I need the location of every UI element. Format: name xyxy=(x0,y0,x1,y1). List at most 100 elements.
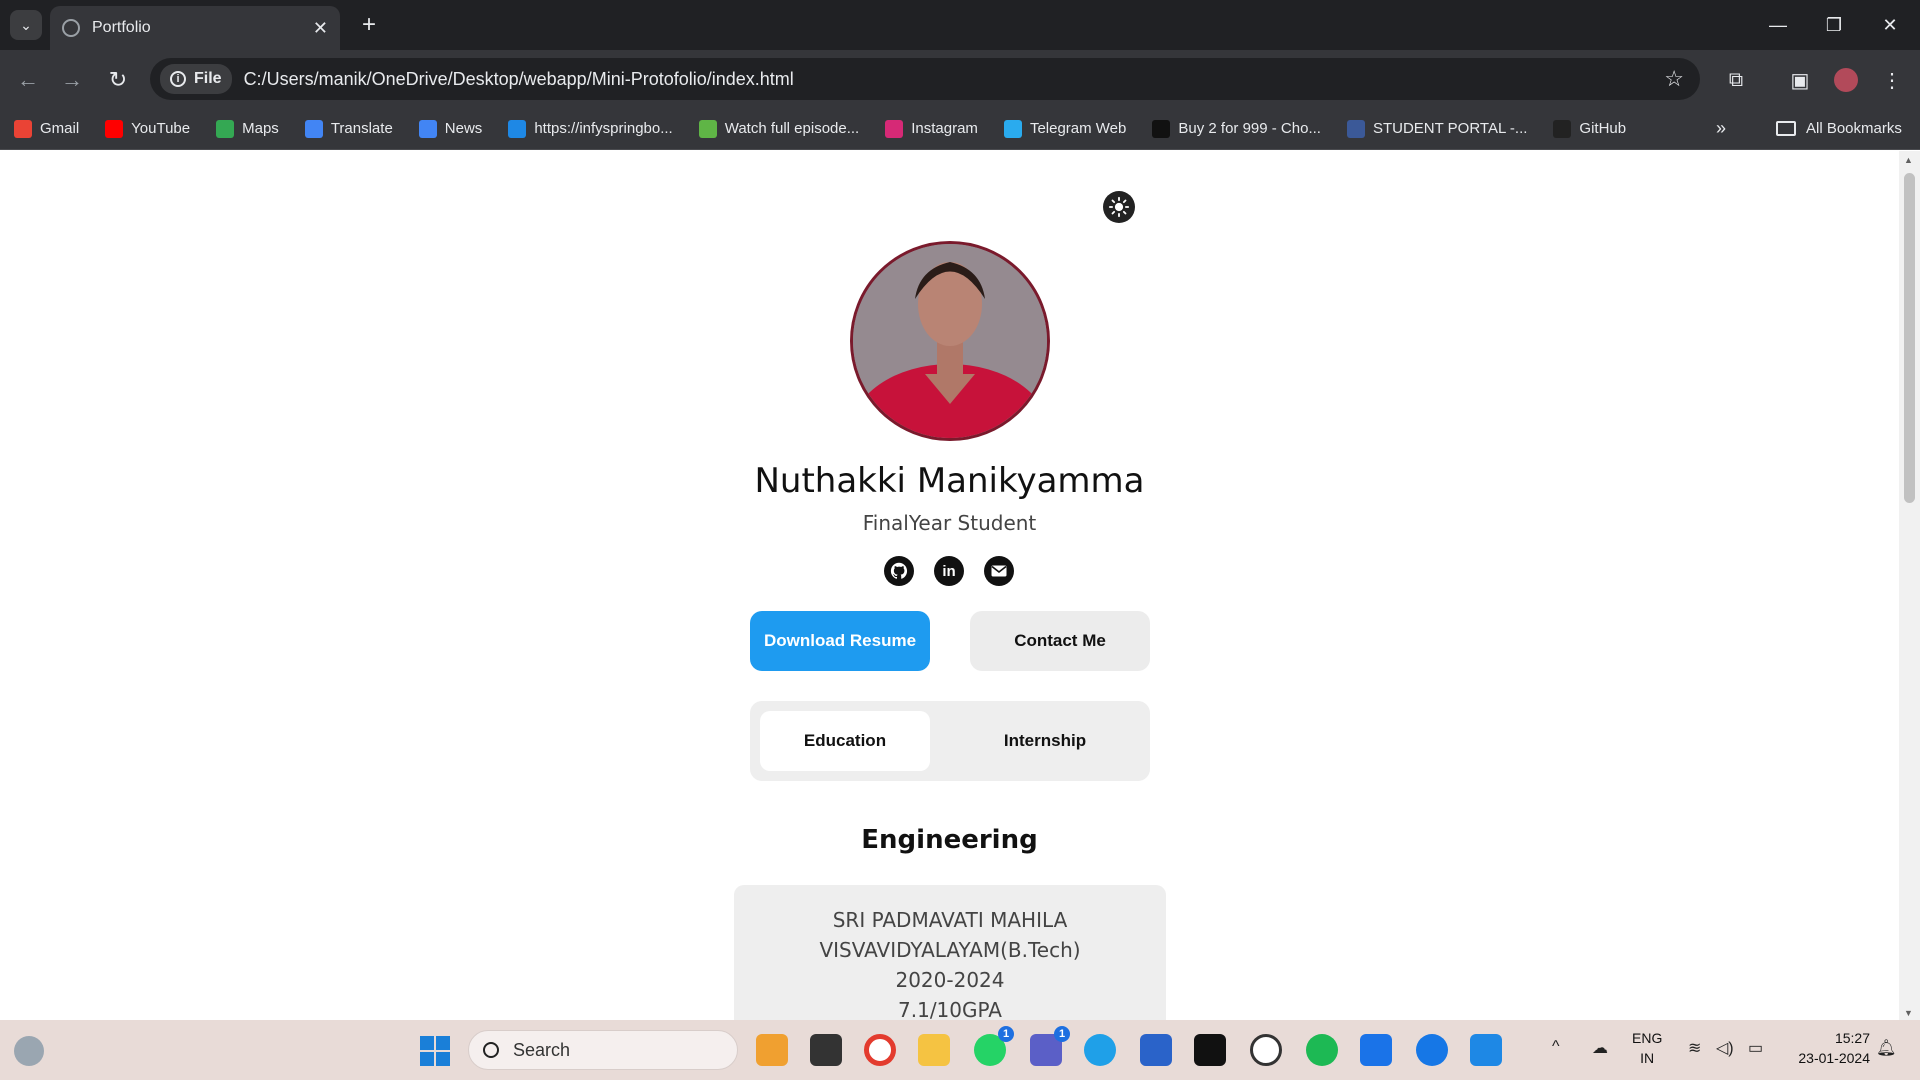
clock-time: 15:27 xyxy=(1834,1030,1870,1046)
bookmark-item[interactable]: Instagram xyxy=(885,119,978,138)
onedrive-icon[interactable]: ☁ xyxy=(1592,1038,1608,1058)
tab-search-button[interactable]: ⌄ xyxy=(10,10,42,40)
bookmark-item[interactable]: YouTube xyxy=(105,119,190,138)
bookmark-label: Telegram Web xyxy=(1029,120,1127,137)
card-line: SRI PADMAVATI MAHILA xyxy=(832,908,1068,932)
whatsapp-badge: 1 xyxy=(998,1026,1014,1042)
profile-name: Nuthakki Manikyamma xyxy=(754,461,1145,501)
task-view-icon[interactable] xyxy=(810,1034,842,1066)
copilot-icon[interactable] xyxy=(756,1034,788,1066)
file-label: File xyxy=(194,70,222,87)
page-scrollbar[interactable]: ▲ ▼ xyxy=(1899,151,1920,1020)
browser-tab[interactable]: Portfolio ✕ xyxy=(50,6,340,50)
instagram-icon xyxy=(885,119,904,138)
github-icon[interactable] xyxy=(884,556,914,586)
bookmark-item[interactable]: Buy 2 for 999 - Cho... xyxy=(1152,119,1321,138)
bookmark-item[interactable]: Telegram Web xyxy=(1003,119,1127,138)
clock-app-icon[interactable] xyxy=(1250,1034,1282,1066)
tab-internship[interactable]: Internship xyxy=(950,711,1140,771)
reload-button[interactable]: ↻ xyxy=(102,64,134,96)
minimize-button[interactable]: — xyxy=(1758,10,1798,40)
address-bar[interactable]: i File C:/Users/manik/OneDrive/Desktop/w… xyxy=(150,58,1700,100)
url-text[interactable]: C:/Users/manik/OneDrive/Desktop/webapp/M… xyxy=(244,69,794,90)
widgets-icon[interactable] xyxy=(14,1036,44,1066)
side-panel-icon[interactable]: ▣ xyxy=(1784,64,1816,96)
bookmark-item[interactable]: Translate xyxy=(304,119,393,138)
globe-icon xyxy=(62,19,80,37)
shop-icon xyxy=(1152,119,1171,138)
browser-toolbar: ← → ↻ i File C:/Users/manik/OneDrive/Des… xyxy=(0,50,1920,108)
bookmark-item[interactable]: Gmail xyxy=(14,119,80,138)
vscode-icon[interactable] xyxy=(1470,1034,1502,1066)
bookmark-label: Instagram xyxy=(911,120,978,137)
volume-icon[interactable]: ◁) xyxy=(1716,1038,1734,1058)
clock-date: 23-01-2024 xyxy=(1798,1050,1870,1066)
bookmark-item[interactable]: News xyxy=(418,119,482,138)
bookmark-label: GitHub xyxy=(1579,120,1627,137)
download-resume-button[interactable]: Download Resume xyxy=(750,611,930,671)
language-indicator[interactable]: ENG IN xyxy=(1632,1028,1662,1068)
email-icon[interactable] xyxy=(984,556,1014,586)
folder-icon xyxy=(1776,121,1796,136)
notification-bell-icon[interactable]: 🔔︎ xyxy=(1876,1038,1896,1058)
scroll-down-icon[interactable]: ▼ xyxy=(1904,1008,1913,1018)
battery-icon[interactable]: ▭ xyxy=(1748,1038,1763,1058)
card-line: 2020-2024 xyxy=(895,968,1005,992)
bookmark-label: Watch full episode... xyxy=(724,120,860,137)
bookmark-item[interactable]: GitHub xyxy=(1553,119,1627,138)
gmail-icon xyxy=(14,119,32,138)
new-tab-button[interactable]: + xyxy=(354,10,384,40)
bookmark-item[interactable]: Watch full episode... xyxy=(698,119,860,138)
forward-button[interactable]: → xyxy=(56,64,88,96)
restore-button[interactable]: ❐ xyxy=(1814,10,1854,40)
scroll-thumb[interactable] xyxy=(1904,173,1915,503)
bookmark-label: Gmail xyxy=(40,120,80,137)
close-tab-icon[interactable]: ✕ xyxy=(313,18,328,39)
back-button[interactable]: ← xyxy=(12,64,44,96)
menu-icon[interactable]: ⋮ xyxy=(1876,64,1908,96)
extensions-icon[interactable]: ⧉ xyxy=(1720,64,1752,96)
bookmark-label: Translate xyxy=(330,120,393,137)
file-explorer-icon[interactable] xyxy=(918,1034,950,1066)
github-desktop-icon[interactable] xyxy=(1194,1034,1226,1066)
store-icon[interactable] xyxy=(1140,1034,1172,1066)
bookmark-item[interactable]: Maps xyxy=(216,119,279,138)
portfolio-page: Nuthakki Manikyamma FinalYear Student in… xyxy=(0,151,1899,1020)
profile-role: FinalYear Student xyxy=(862,511,1037,535)
all-bookmarks-button[interactable]: All Bookmarks xyxy=(1776,120,1902,137)
translate-icon xyxy=(304,119,323,138)
profile-avatar-icon[interactable] xyxy=(1830,64,1862,96)
github-icon xyxy=(1553,119,1572,138)
edge-icon[interactable] xyxy=(1084,1034,1116,1066)
spotify-icon[interactable] xyxy=(1306,1034,1338,1066)
taskbar-search[interactable]: Search xyxy=(468,1030,738,1070)
sun-icon xyxy=(1108,196,1130,218)
wifi-icon[interactable]: ≋ xyxy=(1688,1038,1701,1058)
scroll-up-icon[interactable]: ▲ xyxy=(1904,155,1913,165)
tab-education[interactable]: Education xyxy=(760,711,930,771)
chrome-icon[interactable] xyxy=(864,1034,896,1066)
linkedin-icon[interactable]: in xyxy=(934,556,964,586)
windows-taskbar: Search 1 1 ^ ☁ ENG IN ≋ ◁) ▭ 15:27 23-01… xyxy=(0,1020,1920,1080)
mail-icon[interactable] xyxy=(1360,1034,1392,1066)
site-info-chip[interactable]: i File xyxy=(160,64,232,94)
lang-bottom: IN xyxy=(1640,1050,1655,1066)
youtube-icon xyxy=(105,119,124,138)
bookmark-item[interactable]: STUDENT PORTAL -... xyxy=(1346,119,1527,138)
contact-me-button[interactable]: Contact Me xyxy=(970,611,1150,671)
all-bookmarks-label: All Bookmarks xyxy=(1806,120,1902,137)
bookmark-star-icon[interactable]: ☆ xyxy=(1664,66,1684,92)
bookmark-label: https://infyspringbo... xyxy=(534,120,673,137)
quick-assist-icon[interactable] xyxy=(1416,1034,1448,1066)
close-window-button[interactable]: ✕ xyxy=(1870,10,1910,40)
bookmark-item[interactable]: https://infyspringbo... xyxy=(508,119,673,138)
maps-icon xyxy=(216,119,235,138)
whatsapp-icon[interactable]: 1 xyxy=(974,1026,1014,1066)
teams-icon[interactable]: 1 xyxy=(1030,1026,1070,1066)
theme-toggle-button[interactable] xyxy=(1103,191,1135,223)
start-button[interactable] xyxy=(420,1036,450,1066)
bookmarks-overflow-icon[interactable]: » xyxy=(1716,118,1726,139)
taskbar-clock[interactable]: 15:27 23-01-2024 xyxy=(1780,1028,1870,1068)
tray-overflow-icon[interactable]: ^ xyxy=(1552,1038,1560,1056)
education-card: SRI PADMAVATI MAHILA VISVAVIDYALAYAM(B.T… xyxy=(734,885,1166,1020)
